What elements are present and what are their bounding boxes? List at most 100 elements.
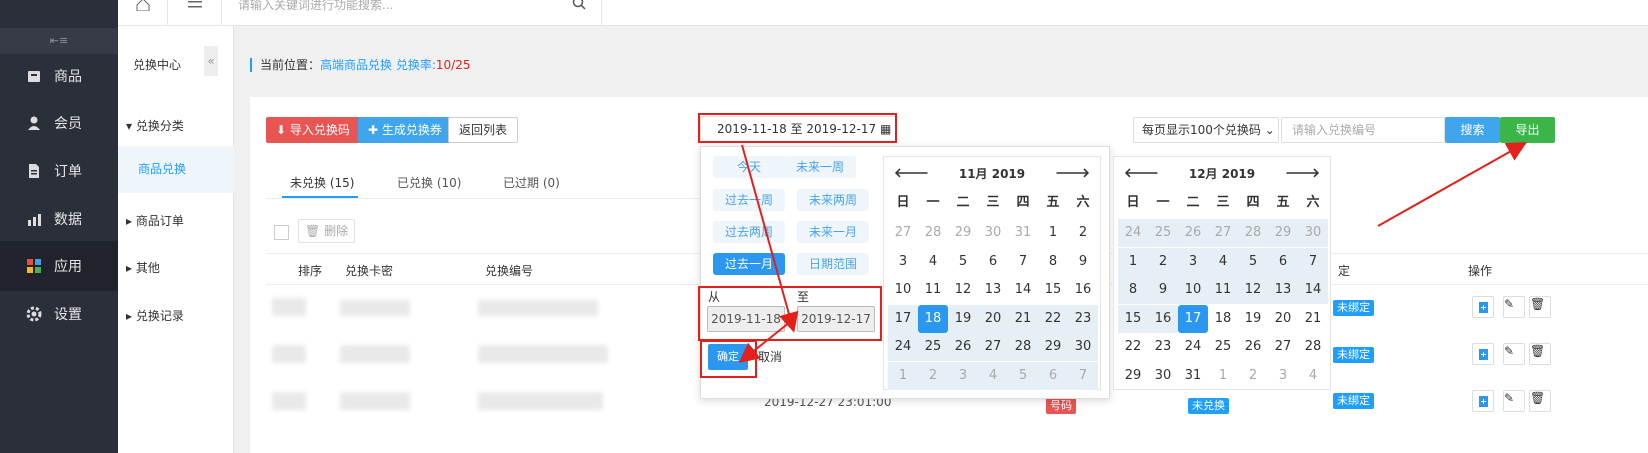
home-icon[interactable] [118, 0, 168, 26]
calendar-day[interactable]: 26 [948, 333, 978, 362]
calendar-day[interactable]: 24 [888, 333, 918, 362]
calendar-day[interactable]: 25 [1208, 333, 1238, 361]
calendar-day[interactable]: 4 [1298, 362, 1328, 390]
calendar-day[interactable]: 30 [978, 219, 1008, 247]
to-date-input[interactable]: 2019-12-17 [797, 306, 875, 332]
nav-item-settings[interactable]: 设置 [0, 289, 118, 339]
calendar-day[interactable]: 20 [1268, 305, 1298, 333]
calendar-day[interactable]: 27 [1208, 219, 1238, 247]
calendar-day[interactable]: 3 [888, 248, 918, 276]
range-next-week[interactable]: 未来一周 [784, 156, 856, 178]
calendar-day[interactable]: 9 [1068, 248, 1098, 276]
calendar-day[interactable]: 15 [1038, 276, 1068, 304]
calendar-day[interactable]: 26 [1238, 333, 1268, 361]
calendar-day[interactable]: 30 [1298, 219, 1328, 247]
next-month-icon[interactable]: 🡒 [1285, 165, 1320, 181]
calendar-day[interactable]: 1 [1118, 247, 1148, 276]
calendar-day[interactable]: 5 [1238, 247, 1268, 276]
calendar-day[interactable]: 22 [1118, 333, 1148, 361]
calendar-day[interactable]: 22 [1038, 304, 1068, 333]
calendar-day[interactable]: 12 [948, 276, 978, 304]
calendar-day[interactable]: 28 [1298, 333, 1328, 361]
calendar-day[interactable]: 29 [1268, 219, 1298, 247]
calendar-day[interactable]: 2 [918, 362, 948, 390]
collapse-subnav-icon[interactable]: « [204, 46, 218, 76]
calendar-day[interactable]: 23 [1068, 304, 1098, 333]
calendar-day[interactable]: 3 [948, 362, 978, 390]
edit-icon[interactable]: ✎ [1503, 390, 1525, 412]
subnav-group-exchange[interactable]: ▾ 兑换分类 [126, 117, 226, 134]
calendar-day[interactable]: 18 [1208, 305, 1238, 333]
select-all-checkbox[interactable] [274, 225, 289, 240]
from-date-input[interactable]: 2019-11-18 [707, 306, 785, 332]
calendar-day[interactable]: 24 [1178, 333, 1208, 361]
calendar-day[interactable]: 10 [888, 276, 918, 304]
calendar-day[interactable]: 29 [1118, 362, 1148, 390]
cancel-button[interactable]: 取消 [754, 344, 786, 370]
calendar-day[interactable]: 17 [888, 304, 918, 333]
subnav-group-records[interactable]: ▸ 兑换记录 [126, 307, 226, 324]
calendar-day[interactable]: 28 [1238, 219, 1268, 247]
calendar-day[interactable]: 9 [1148, 276, 1178, 305]
copy-button[interactable] [1472, 390, 1494, 412]
page-size-select[interactable]: 每页显示100个兑换码 ⌄ [1133, 117, 1279, 143]
tab-redeemed[interactable]: 已兑换 (10) [397, 174, 461, 191]
calendar-day[interactable]: 4 [1208, 247, 1238, 276]
calendar-day[interactable]: 30 [1068, 333, 1098, 362]
calendar-day[interactable]: 13 [1268, 276, 1298, 305]
calendar-day[interactable]: 3 [1268, 362, 1298, 390]
edit-icon[interactable]: ✎ [1503, 296, 1525, 318]
calendar-day[interactable]: 30 [1148, 362, 1178, 390]
calendar-day[interactable]: 31 [1178, 362, 1208, 390]
nav-item-data[interactable]: 数据 [0, 194, 118, 244]
tab-expired[interactable]: 已过期 (0) [503, 174, 560, 191]
calendar-day[interactable]: 15 [1118, 304, 1148, 333]
function-search[interactable]: 请输入关键词进行功能搜索... [222, 0, 602, 26]
generate-button[interactable]: ✚ 生成兑换券 [358, 117, 452, 143]
calendar-day[interactable]: 10 [1178, 276, 1208, 305]
calendar-day[interactable]: 6 [1038, 362, 1068, 390]
range-next-month[interactable]: 未来一月 [797, 221, 869, 243]
calendar-day[interactable]: 11 [1208, 276, 1238, 305]
breadcrumb-link[interactable]: 高端商品兑换 [320, 58, 392, 72]
subnav-group-other[interactable]: ▸ 其他 [126, 259, 226, 276]
calendar-day[interactable]: 16 [1148, 304, 1178, 333]
trash-icon[interactable]: 🗑 [1529, 390, 1551, 412]
calendar-day[interactable]: 16 [1068, 276, 1098, 304]
import-button[interactable]: ⬇ 导入兑换码 [266, 117, 360, 143]
calendar-day[interactable]: 19 [1238, 305, 1268, 333]
nav-item-member[interactable]: 会员 [0, 98, 118, 148]
back-button[interactable]: 返回列表 [448, 117, 519, 143]
calendar-day[interactable]: 29 [1038, 333, 1068, 362]
range-last-week[interactable]: 过去一周 [713, 189, 785, 211]
range-last-two-weeks[interactable]: 过去两周 [713, 221, 785, 243]
subnav-item-goods-exchange[interactable]: 商品兑换 [118, 146, 234, 193]
nav-item-apps[interactable]: 应用 [0, 241, 118, 291]
calendar-day[interactable]: 4 [978, 362, 1008, 390]
calendar-day[interactable]: 11 [918, 276, 948, 304]
calendar-day[interactable]: 27 [1268, 333, 1298, 361]
calendar-day[interactable]: 13 [978, 276, 1008, 304]
copy-button[interactable] [1472, 296, 1494, 318]
subnav-group-orders[interactable]: ▸ 商品订单 [126, 212, 226, 229]
search-button[interactable]: 搜索 [1445, 117, 1500, 143]
edit-icon[interactable]: ✎ [1503, 343, 1525, 365]
calendar-day[interactable]: 3 [1178, 247, 1208, 276]
calendar-day[interactable]: 28 [1008, 333, 1038, 362]
next-month-icon[interactable]: 🡒 [1055, 165, 1090, 181]
calendar-day[interactable]: 25 [1148, 219, 1178, 247]
range-custom[interactable]: 日期范围 [797, 253, 869, 275]
calendar-day[interactable]: 26 [1178, 219, 1208, 247]
calendar-day[interactable]: 14 [1008, 276, 1038, 304]
calendar-day[interactable]: 29 [948, 219, 978, 247]
search-input[interactable]: 请输入关键词进行功能搜索... [238, 0, 393, 13]
calendar-day[interactable]: 24 [1118, 219, 1148, 247]
calendar-day[interactable]: 1 [1208, 362, 1238, 390]
calendar-day[interactable]: 7 [1068, 362, 1098, 390]
nav-item-order[interactable]: 订单 [0, 146, 118, 196]
calendar-day[interactable]: 2 [1148, 247, 1178, 276]
range-next-two-weeks[interactable]: 未来两周 [797, 189, 869, 211]
calendar-day[interactable]: 31 [1008, 219, 1038, 247]
calendar-day[interactable]: 8 [1038, 248, 1068, 276]
confirm-button[interactable]: 确定 [708, 344, 748, 370]
